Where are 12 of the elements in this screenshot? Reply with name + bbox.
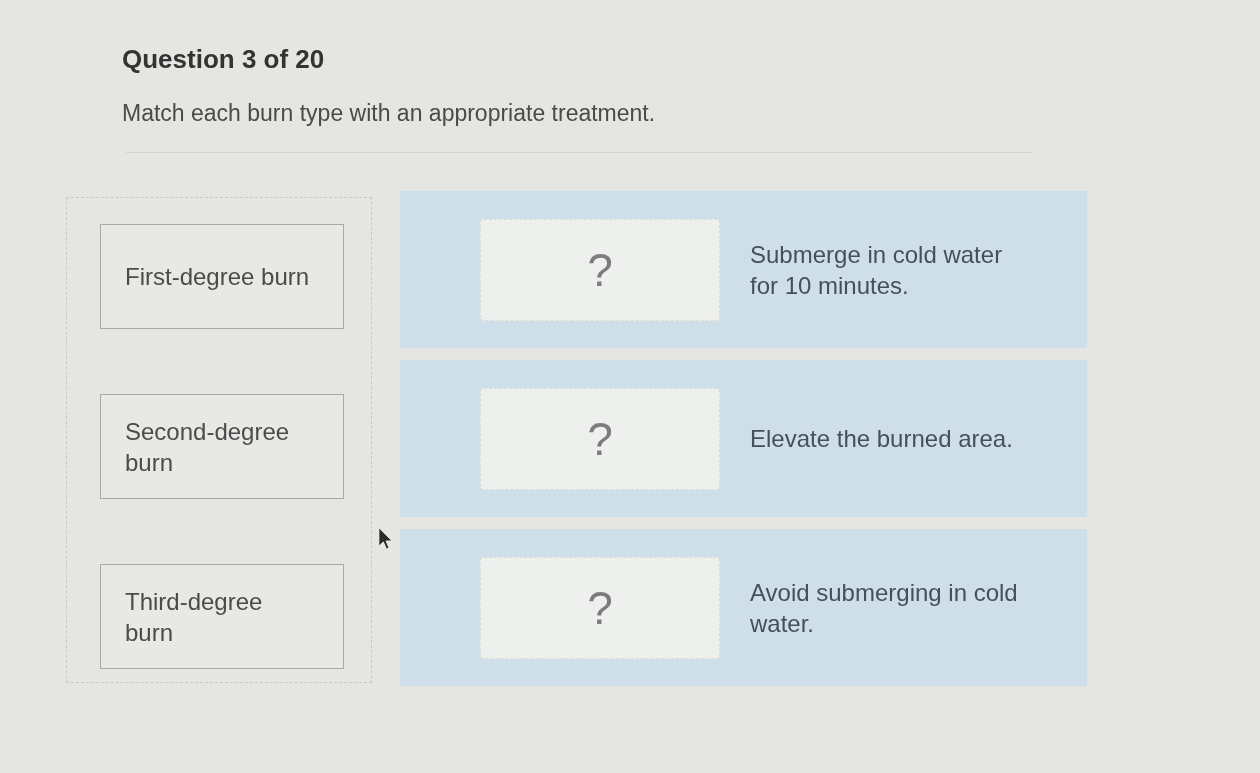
answer-card[interactable]: Third-degree burn: [100, 564, 344, 669]
drop-zone[interactable]: ?: [480, 387, 720, 490]
treatment-text: Avoid submerging in cold water.: [750, 577, 1019, 639]
answer-card[interactable]: Second-degree burn: [100, 394, 344, 499]
cursor-icon: [378, 527, 393, 550]
question-counter: Question 3 of 20: [122, 43, 325, 76]
answer-card[interactable]: First-degree burn: [100, 224, 344, 329]
treatment-text: Submerge in cold water for 10 minutes.: [750, 239, 1004, 301]
treatment-text: Elevate the burned area.: [750, 424, 1014, 454]
instruction-text: Match each burn type with an appropriate treatment.: [122, 99, 656, 128]
drop-zone[interactable]: ?: [480, 218, 720, 321]
drop-zone[interactable]: ?: [480, 556, 720, 659]
